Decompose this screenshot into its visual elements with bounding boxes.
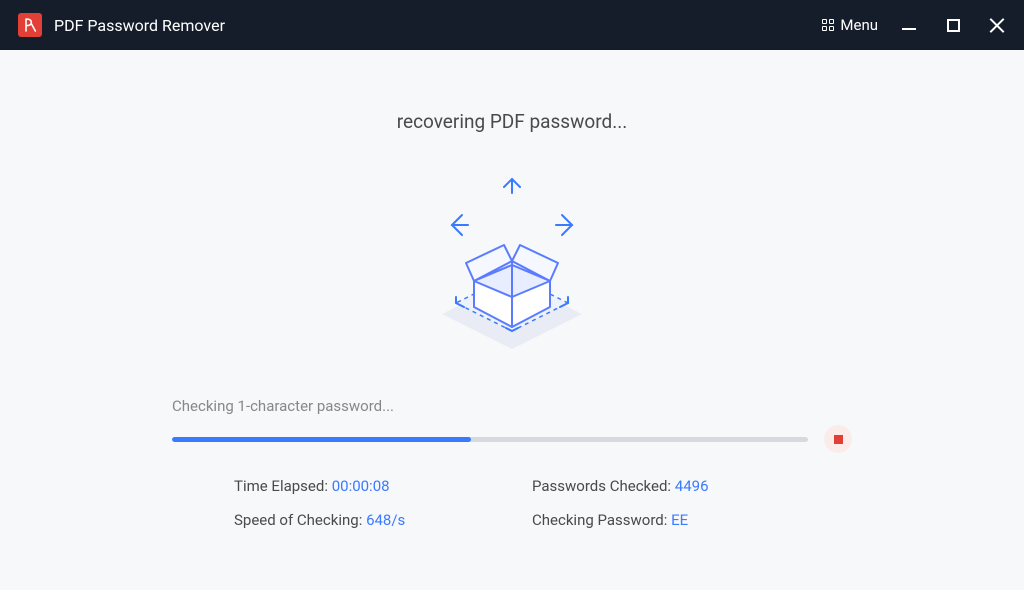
progress-label: Checking 1-character password... [172,397,852,415]
content-area: recovering PDF password... [0,50,1024,590]
app-icon [18,13,42,37]
menu-label: Menu [840,16,878,34]
speed-value: 648/s [366,511,405,529]
stop-icon [834,435,843,444]
progress-bar [172,437,808,442]
maximize-icon [947,19,960,32]
passwords-checked-value: 4496 [675,477,709,495]
passwords-checked-label: Passwords Checked: [532,477,675,495]
stat-speed: Speed of Checking: 648/s [234,511,492,529]
minimize-button[interactable] [900,16,918,34]
progress-fill [172,437,471,442]
app-window: PDF Password Remover Menu recovering PDF… [0,0,1024,590]
time-elapsed-label: Time Elapsed: [234,477,332,495]
speed-label: Speed of Checking: [234,511,366,529]
maximize-button[interactable] [944,16,962,34]
menu-grid-icon [822,19,834,31]
stop-button[interactable] [824,425,852,453]
app-title: PDF Password Remover [54,16,225,35]
minimize-icon [902,28,916,30]
box-illustration [412,169,612,369]
stats-grid: Time Elapsed: 00:00:08 Passwords Checked… [172,477,852,529]
stat-checking-password: Checking Password: EE [532,511,790,529]
checking-password-value: EE [671,511,688,529]
titlebar: PDF Password Remover Menu [0,0,1024,50]
close-button[interactable] [988,16,1006,34]
stat-time-elapsed: Time Elapsed: 00:00:08 [234,477,492,495]
stat-passwords-checked: Passwords Checked: 4496 [532,477,790,495]
time-elapsed-value: 00:00:08 [332,477,390,495]
checking-password-label: Checking Password: [532,511,671,529]
progress-section: Checking 1-character password... Time El… [172,397,852,529]
close-icon [989,17,1005,33]
progress-row [172,425,852,453]
status-heading: recovering PDF password... [397,110,627,133]
window-controls [900,16,1006,34]
menu-button[interactable]: Menu [822,16,878,34]
